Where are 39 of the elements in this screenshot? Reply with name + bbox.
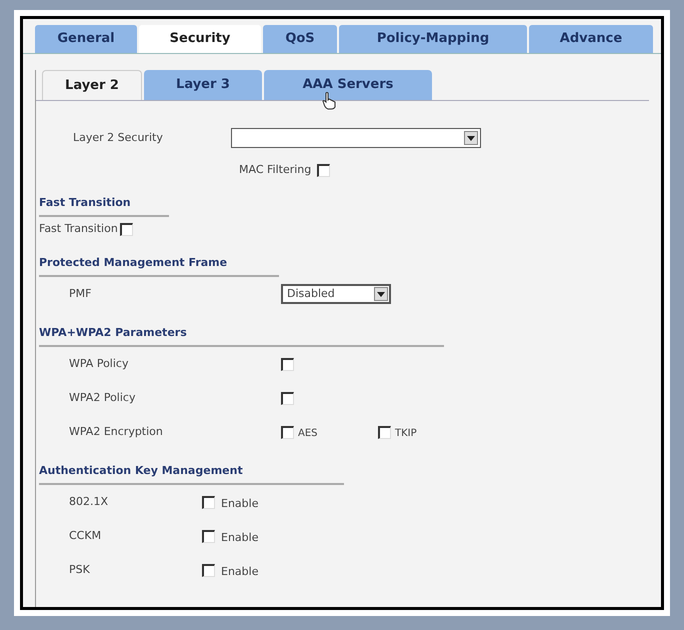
field-label: 802.1X [69,494,110,510]
option-label: Enable [221,566,258,576]
field-label: Layer 2 Security [73,130,164,146]
checkbox[interactable] [281,358,294,370]
option-label: TKIP [395,428,417,438]
layer2-security-select[interactable] [231,128,481,148]
option-label: Enable [221,498,258,508]
checkbox[interactable] [120,222,133,236]
tab[interactable]: General [35,25,137,53]
section-heading: WPA+WPA2 Parameters [39,325,188,341]
checkbox[interactable] [281,426,294,438]
section-heading: Protected Management Frame [39,255,228,271]
option-label: AES [298,428,318,438]
field-label: PSK [69,562,91,578]
subtab[interactable]: Layer 3 [144,70,262,100]
checkbox[interactable] [281,392,294,404]
subtab[interactable]: Layer 2 [42,70,142,100]
hand-cursor-icon [322,92,336,110]
field-label: Fast Transition [39,220,118,237]
field-label: PMF [69,286,92,302]
tab[interactable]: QoS [263,25,337,53]
tab[interactable]: Advance [529,25,653,53]
field-label: WPA2 Encryption [69,424,164,440]
section-heading: Authentication Key Management [39,463,244,479]
checkbox[interactable] [202,530,215,542]
field-label: MAC Filtering [239,162,312,178]
pmf-select[interactable]: Disabled [281,284,391,304]
subtab[interactable]: AAA Servers [264,70,432,100]
checkbox[interactable] [378,426,391,438]
field-label: WPA Policy [69,356,130,372]
tab[interactable]: Security [139,25,261,53]
field-label: WPA2 Policy [69,390,136,406]
field-label: CCKM [69,528,102,544]
option-label: Enable [221,532,258,542]
checkbox[interactable] [202,496,215,508]
checkbox[interactable] [202,564,215,576]
checkbox[interactable] [317,164,330,176]
section-heading: Fast Transition [39,195,132,211]
tab[interactable]: Policy-Mapping [339,25,527,53]
